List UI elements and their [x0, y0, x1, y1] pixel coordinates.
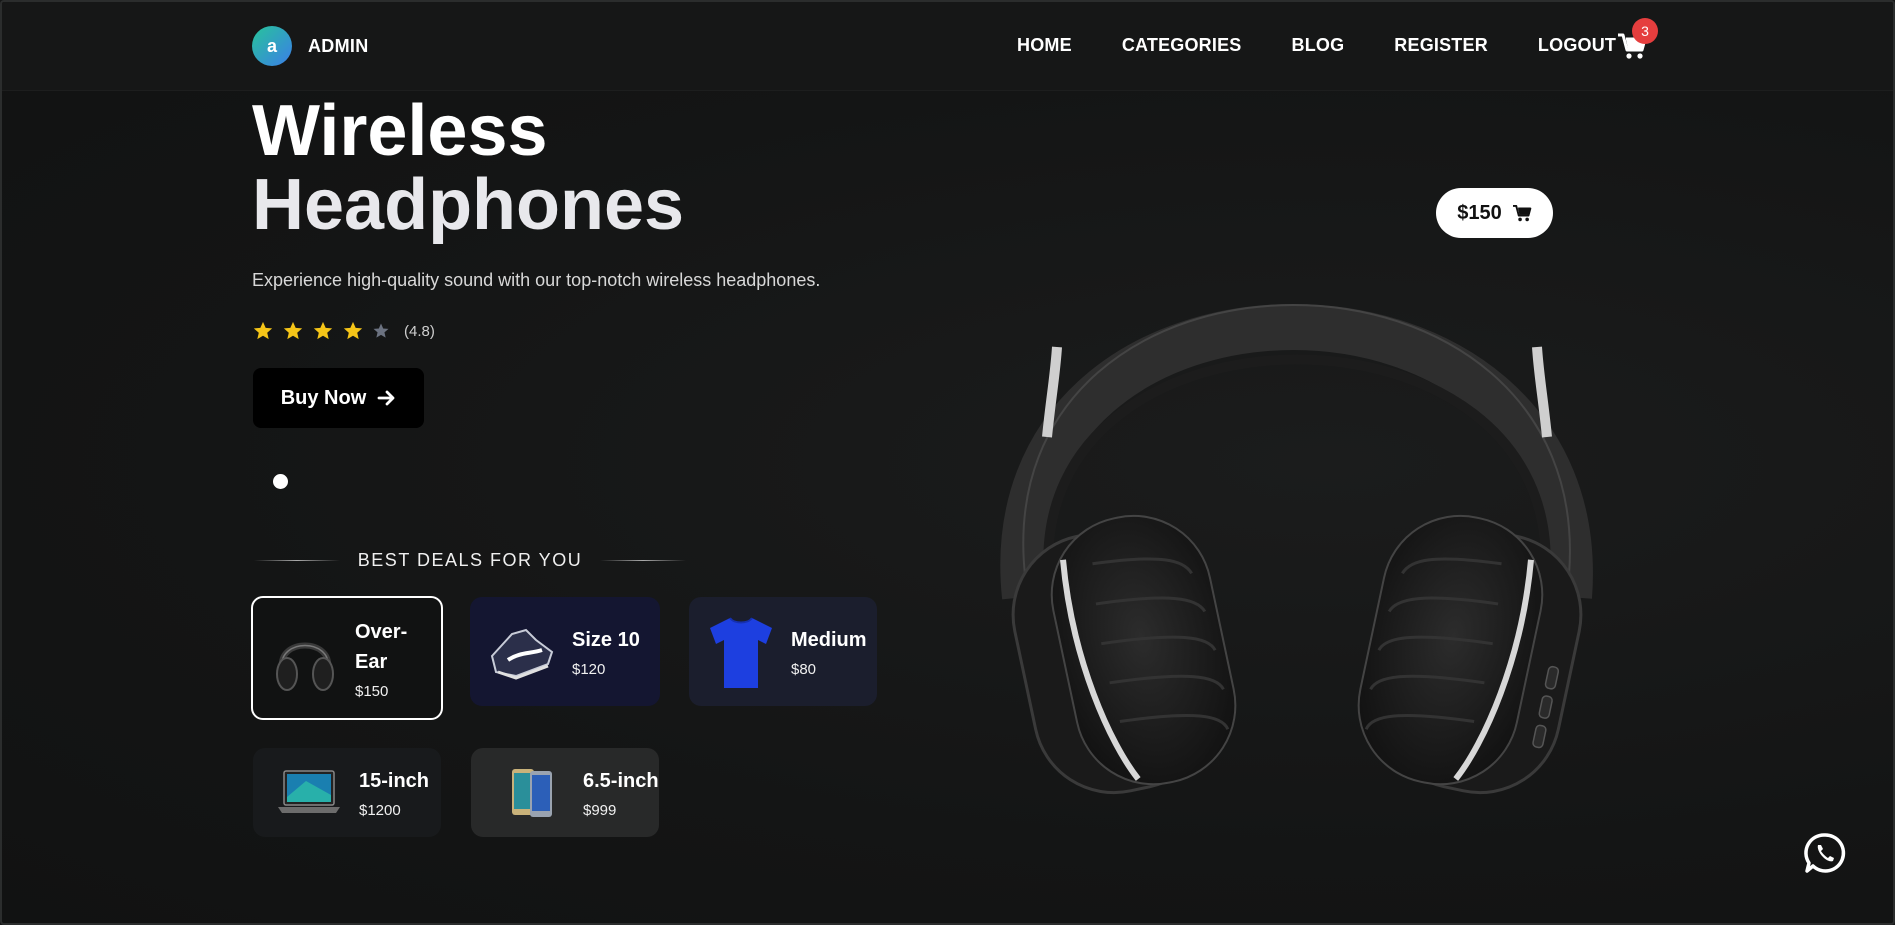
laptop-thumbnail — [273, 757, 345, 829]
deal-card-6-5-inch[interactable]: 6.5-inch $999 — [471, 748, 659, 837]
avatar[interactable]: a — [252, 26, 292, 66]
cart-icon — [1512, 204, 1532, 222]
deal-name: Medium — [791, 629, 867, 651]
deal-name: 15-inch — [359, 770, 430, 792]
deal-card-medium[interactable]: Medium $80 — [689, 597, 877, 706]
deals-heading: BEST DEALS FOR YOU — [254, 550, 686, 571]
headphones-thumbnail — [269, 622, 341, 694]
navbar: a ADMIN HOME CATEGORIES BLOG REGISTER LO… — [2, 2, 1893, 91]
sneaker-thumbnail — [486, 616, 558, 688]
price-tag[interactable]: $150 — [1436, 188, 1553, 238]
deals-heading-text: BEST DEALS FOR YOU — [357, 550, 583, 570]
nav-register[interactable]: REGISTER — [1394, 35, 1488, 56]
nav-logout[interactable]: LOGOUT — [1538, 35, 1616, 56]
whatsapp-icon[interactable] — [1804, 832, 1846, 874]
deal-name: Over-Ear — [355, 620, 408, 673]
slider-dot[interactable] — [273, 474, 288, 489]
brand-name[interactable]: ADMIN — [308, 36, 369, 57]
buy-now-button[interactable]: Buy Now — [253, 368, 424, 428]
cart-count-badge: 3 — [1632, 18, 1658, 44]
deal-card-15-inch[interactable]: 15-inch $1200 — [253, 748, 441, 837]
nav-blog[interactable]: BLOG — [1292, 35, 1345, 56]
main-nav: HOME CATEGORIES BLOG REGISTER LOGOUT — [1017, 35, 1616, 56]
deal-name: Size 10 — [572, 629, 640, 651]
hero-title-line1: Wireless — [252, 91, 548, 171]
star-filled-icon — [343, 321, 363, 340]
buy-now-label: Buy Now — [280, 386, 367, 409]
star-filled-icon — [253, 321, 273, 340]
deal-price: $1200 — [359, 802, 401, 819]
deal-price: $150 — [355, 682, 389, 700]
page-frame: a ADMIN HOME CATEGORIES BLOG REGISTER LO… — [0, 0, 1895, 925]
hero-title-line2: Headphones — [252, 165, 685, 245]
star-filled-icon — [283, 321, 303, 340]
deal-name: 6.5-inch — [583, 770, 659, 792]
star-filled-icon — [313, 321, 333, 340]
brand[interactable]: a ADMIN — [252, 26, 369, 66]
tshirt-thumbnail — [705, 616, 777, 688]
nav-home[interactable]: HOME — [1017, 35, 1072, 56]
deal-card-size-10[interactable]: Size 10 $120 — [470, 597, 660, 706]
rating-value: (4.8) — [404, 322, 435, 340]
deal-price: $80 — [791, 661, 817, 678]
headphones-product-image — [1000, 304, 1593, 795]
star-empty-icon — [373, 323, 389, 338]
divider-right — [600, 560, 686, 561]
rating: (4.8) — [252, 320, 435, 342]
deal-price: $999 — [583, 802, 617, 819]
deal-card-over-ear[interactable]: Over-Ear $150 — [251, 596, 443, 720]
hero-title: Wireless Headphones — [252, 94, 684, 242]
arrow-right-icon — [377, 390, 395, 406]
hero-subtitle: Experience high-quality sound with our t… — [252, 270, 821, 290]
price-tag-value: $150 — [1457, 201, 1502, 224]
nav-categories[interactable]: CATEGORIES — [1122, 35, 1242, 56]
deal-price: $120 — [572, 661, 606, 678]
divider-left — [254, 560, 340, 561]
smartphones-thumbnail — [497, 757, 569, 829]
